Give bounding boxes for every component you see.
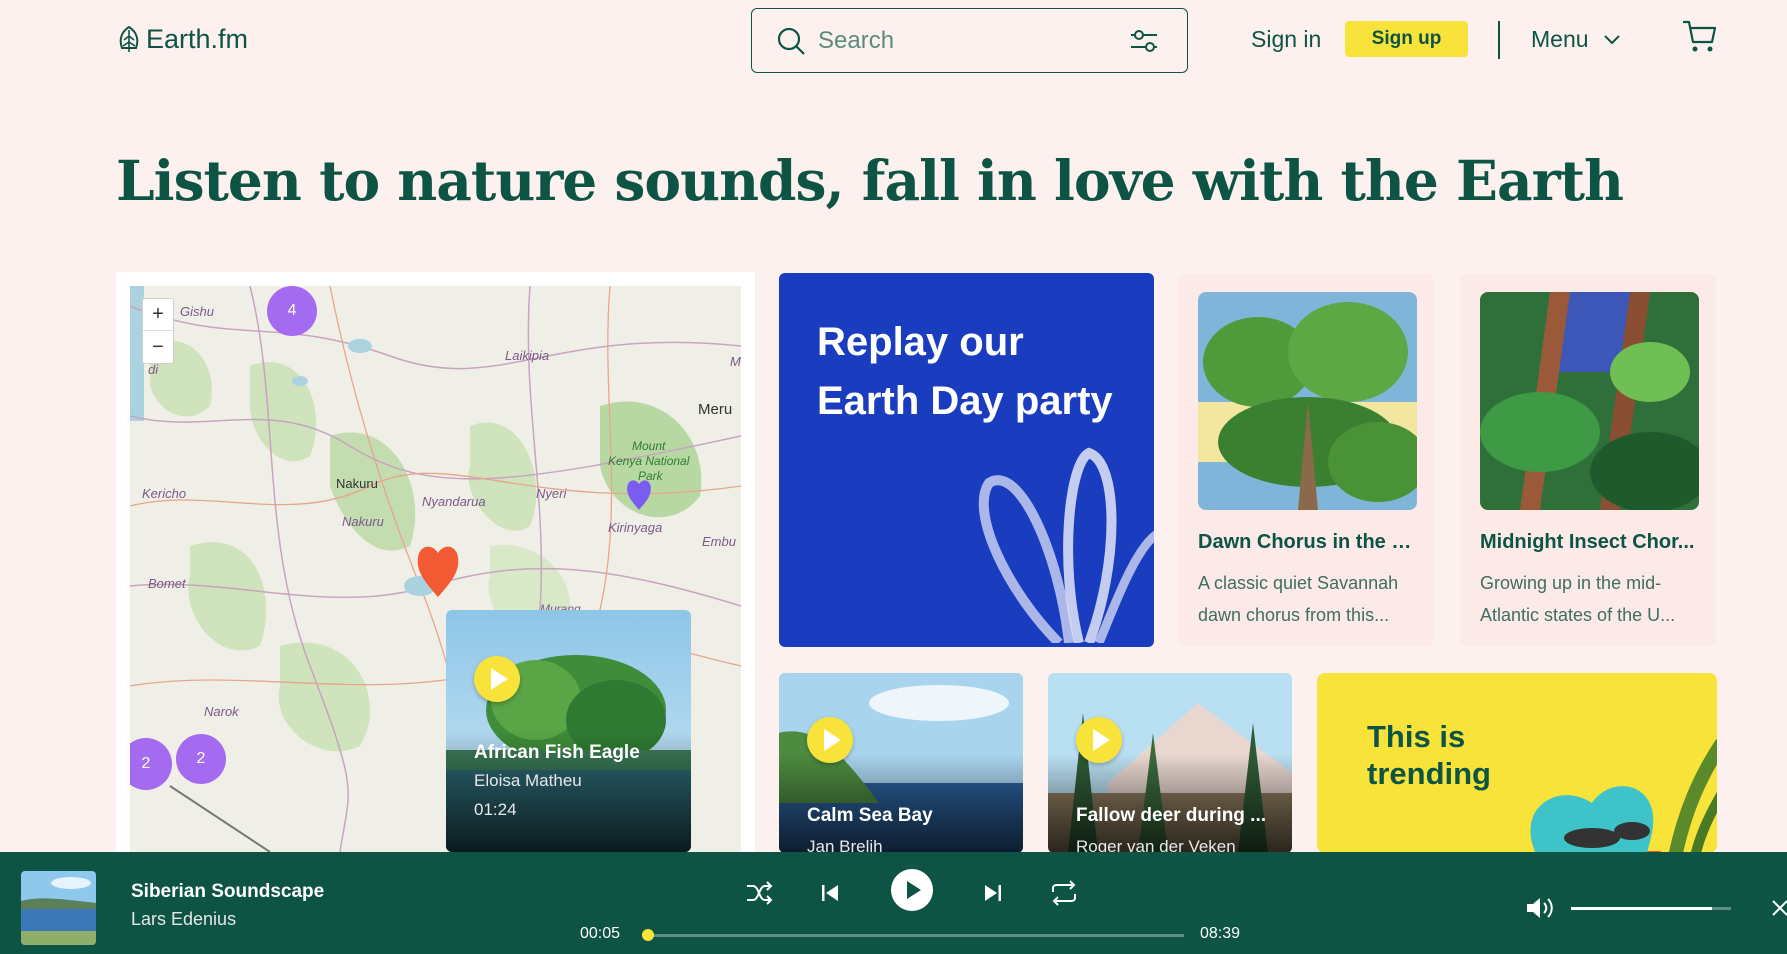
cart-icon[interactable] <box>1682 18 1718 54</box>
map-place-label: Mount <box>632 439 666 453</box>
map-popup-card[interactable]: African Fish Eagle Eloisa Matheu 01:24 <box>446 610 691 852</box>
chevron-down-icon <box>1603 34 1620 44</box>
map-place-label: Meru <box>698 401 733 418</box>
progress-bar[interactable] <box>642 929 1184 941</box>
trending-card[interactable]: This is trending <box>1317 673 1717 853</box>
search-icon <box>777 27 805 55</box>
close-icon[interactable] <box>1771 898 1787 918</box>
elapsed-time: 00:05 <box>580 925 621 942</box>
card-duration: 01:24 <box>474 800 517 819</box>
total-time: 08:39 <box>1200 925 1241 942</box>
featured-card[interactable]: Dawn Chorus in the S... A classic quiet … <box>1178 273 1434 647</box>
map-place-label: Kirinyaga <box>608 520 663 535</box>
map-place-label: Kericho <box>142 486 187 501</box>
map-place-label: Laikipia <box>505 348 550 363</box>
map-place-label: Nakuru <box>336 476 378 491</box>
search-box[interactable] <box>751 8 1188 73</box>
play-button[interactable] <box>807 717 853 763</box>
track-card[interactable]: Fallow deer during ... Roger van der Vek… <box>1048 673 1292 853</box>
card-title: Dawn Chorus in the S... <box>1198 531 1418 553</box>
track-card[interactable]: Calm Sea Bay Jan Brelih <box>779 673 1023 853</box>
map-place-label: M <box>730 354 741 369</box>
next-icon[interactable] <box>978 878 1008 908</box>
previous-icon[interactable] <box>815 878 845 908</box>
map-cluster-marker[interactable]: 4 <box>267 286 317 336</box>
player-artwork[interactable] <box>21 871 96 945</box>
player-track-artist: Lars Edenius <box>131 909 237 929</box>
card-artist: Jan Brelih <box>807 837 883 853</box>
zoom-in-button[interactable]: + <box>143 299 173 331</box>
card-description-line: Growing up in the mid- <box>1480 573 1662 593</box>
map-place-label: Bomet <box>148 576 186 591</box>
map-place-label: Nyandarua <box>422 494 486 509</box>
trending-line: This is <box>1367 719 1466 754</box>
card-artist: Eloisa Matheu <box>474 771 582 790</box>
map-cluster-marker[interactable]: 2 <box>176 734 226 784</box>
map-place-label: Nyeri <box>536 486 567 501</box>
signup-button[interactable]: Sign up <box>1345 21 1468 57</box>
menu-label: Menu <box>1531 26 1589 52</box>
map-place-label: Narok <box>204 704 239 719</box>
card-description-line: dawn chorus from this... <box>1198 605 1390 625</box>
heart-marker-icon[interactable] <box>414 541 462 599</box>
map-place-label: Nakuru <box>342 514 384 529</box>
tree-logo-icon <box>119 25 139 52</box>
logo-text: Earth.fm <box>146 24 249 54</box>
signin-link[interactable]: Sign in <box>1251 26 1321 53</box>
card-description-line: Atlantic states of the U... <box>1480 605 1676 625</box>
trending-line: trending <box>1367 756 1491 791</box>
card-description: A classic quiet Savannah dawn chorus fro… <box>1198 567 1418 631</box>
card-artwork <box>1198 292 1417 510</box>
progress-handle[interactable] <box>642 929 655 941</box>
promo-card[interactable]: Replay our Earth Day party <box>779 273 1154 647</box>
volume-fill <box>1571 907 1712 910</box>
repeat-icon[interactable] <box>1049 878 1079 908</box>
card-title: Midnight Insect Chor... <box>1480 531 1695 553</box>
card-description: Growing up in the mid- Atlantic states o… <box>1480 567 1700 631</box>
card-title: African Fish Eagle <box>474 742 640 763</box>
volume-slider[interactable] <box>1571 907 1731 910</box>
map-place-label: di <box>148 362 159 377</box>
page-title: Listen to nature sounds, fall in love wi… <box>116 148 1624 213</box>
filter-icon[interactable] <box>1129 27 1159 55</box>
promo-line: Replay our <box>817 320 1024 364</box>
map-place-label: Embu <box>702 534 736 549</box>
search-input[interactable] <box>818 26 1118 55</box>
card-artist: Roger van der Veken <box>1076 837 1236 853</box>
player-track-title: Siberian Soundscape <box>131 881 325 902</box>
play-button[interactable] <box>1076 717 1122 763</box>
shuffle-icon[interactable] <box>744 878 774 908</box>
play-button[interactable] <box>474 656 520 702</box>
card-artwork <box>1480 292 1699 510</box>
map-place-label: Gishu <box>180 304 214 319</box>
header-divider <box>1498 21 1500 59</box>
map-place-label: Kenya National <box>608 454 690 468</box>
card-title: Fallow deer during ... <box>1076 805 1267 826</box>
play-pause-button[interactable] <box>891 869 933 911</box>
leaf-decoration-icon <box>978 447 1154 643</box>
trending-text: This is trending <box>1367 718 1491 792</box>
menu-button[interactable]: Menu <box>1531 26 1621 53</box>
volume-icon[interactable] <box>1524 894 1556 922</box>
card-title: Calm Sea Bay <box>807 805 933 826</box>
promo-text: Replay our Earth Day party <box>817 313 1113 431</box>
card-description-line: A classic quiet Savannah <box>1198 573 1399 593</box>
promo-line: Earth Day party <box>817 379 1113 423</box>
audio-player: Siberian Soundscape Lars Edenius 00:05 0… <box>0 852 1787 954</box>
zoom-out-button[interactable]: − <box>143 331 173 363</box>
featured-card[interactable]: Midnight Insect Chor... Growing up in th… <box>1460 273 1716 647</box>
logo[interactable]: Earth.fm <box>116 24 248 55</box>
mascot-illustration-icon <box>1530 739 1717 853</box>
heart-marker-icon[interactable] <box>625 477 653 511</box>
site-header: Earth.fm Sign in Sign up Menu <box>0 0 1787 80</box>
zoom-control: + − <box>142 298 174 364</box>
